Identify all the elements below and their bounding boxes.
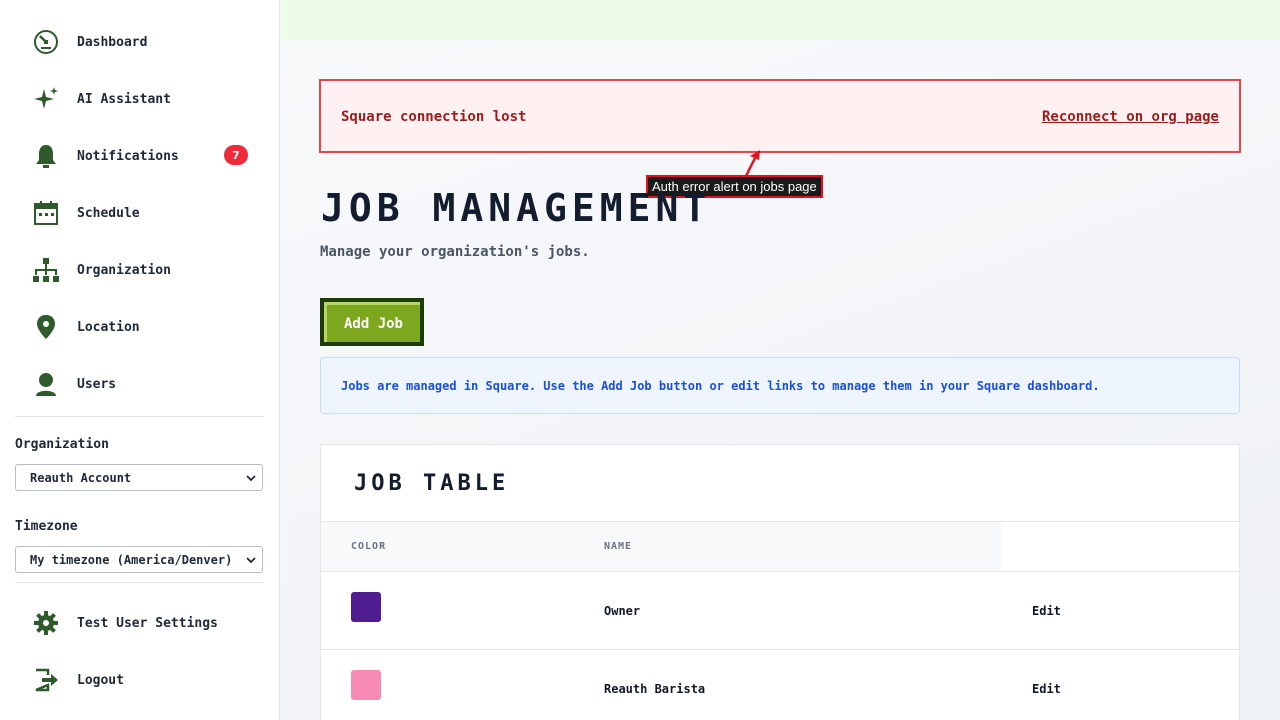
color-swatch [351, 592, 381, 622]
timezone-label: Timezone [15, 519, 78, 534]
table-title: JOB TABLE [354, 471, 510, 496]
reconnect-link[interactable]: Reconnect on org page [1042, 109, 1219, 125]
color-swatch [351, 670, 381, 700]
edit-link[interactable]: Edit [1032, 604, 1061, 618]
sidebar-item-test-user-settings[interactable]: Test User Settings [30, 607, 260, 639]
dashboard-icon [30, 26, 62, 58]
sidebar-item-label: Users [77, 376, 117, 392]
timezone-select[interactable]: My timezone (America/Denver) [15, 546, 263, 573]
alert-message: Square connection lost [341, 109, 527, 125]
sidebar: Dashboard AI Assistant Notifications 7 S… [0, 0, 280, 720]
sidebar-item-location[interactable]: Location [30, 311, 260, 343]
sidebar-item-label: Location [77, 319, 140, 335]
logout-icon [30, 664, 62, 696]
chevron-down-icon [246, 475, 256, 482]
sidebar-item-logout[interactable]: Logout [30, 664, 260, 696]
organization-label: Organization [15, 437, 109, 452]
table-row: Owner Edit [321, 572, 1239, 650]
organization-select[interactable]: Reauth Account [15, 464, 263, 491]
org-chart-icon [30, 254, 62, 286]
page-title: JOB MANAGEMENT [321, 186, 712, 230]
sidebar-divider [15, 416, 264, 417]
job-name: Reauth Barista [604, 682, 706, 696]
sidebar-item-schedule[interactable]: Schedule [30, 197, 260, 229]
organization-select-value: Reauth Account [30, 470, 132, 485]
bell-icon [30, 140, 62, 172]
table-row: Reauth Barista Edit [321, 650, 1239, 720]
add-job-button[interactable]: Add Job [320, 298, 424, 346]
timezone-select-value: My timezone (America/Denver) [30, 552, 233, 567]
job-name: Owner [604, 604, 641, 618]
column-header-color: COLOR [351, 541, 387, 552]
add-job-button-label: Add Job [324, 302, 420, 342]
sidebar-item-label: Logout [77, 672, 124, 688]
auth-error-alert: Square connection lost Reconnect on org … [319, 79, 1241, 153]
sidebar-item-ai-assistant[interactable]: AI Assistant [30, 83, 260, 115]
location-pin-icon [30, 311, 62, 343]
sparkle-icon [30, 83, 62, 115]
annotation-arrow-icon [744, 150, 760, 177]
sidebar-item-label: Notifications [77, 148, 179, 164]
sidebar-item-notifications[interactable]: Notifications 7 [30, 140, 260, 172]
sidebar-item-label: Organization [77, 262, 171, 278]
sidebar-item-label: Test User Settings [77, 615, 218, 631]
user-icon [30, 368, 62, 400]
job-table-card: JOB TABLE COLOR NAME Owner Edit Reauth B… [320, 444, 1240, 720]
notification-count-badge: 7 [224, 145, 248, 165]
sidebar-item-dashboard[interactable]: Dashboard [30, 26, 260, 58]
sidebar-item-label: AI Assistant [77, 91, 171, 107]
table-header: COLOR NAME [321, 521, 1239, 572]
calendar-icon [30, 197, 62, 229]
sidebar-item-label: Schedule [77, 205, 140, 221]
page-subtitle: Manage your organization's jobs. [320, 244, 590, 260]
sidebar-item-label: Dashboard [77, 34, 148, 50]
sidebar-item-users[interactable]: Users [30, 368, 260, 400]
edit-link[interactable]: Edit [1032, 682, 1061, 696]
sidebar-item-organization[interactable]: Organization [30, 254, 260, 286]
column-header-name: NAME [604, 541, 633, 552]
top-bar [281, 0, 1280, 40]
sidebar-divider [15, 582, 264, 583]
chevron-down-icon [246, 557, 256, 564]
gear-icon [30, 607, 62, 639]
table-header-background [321, 522, 1001, 571]
info-banner: Jobs are managed in Square. Use the Add … [320, 357, 1240, 414]
